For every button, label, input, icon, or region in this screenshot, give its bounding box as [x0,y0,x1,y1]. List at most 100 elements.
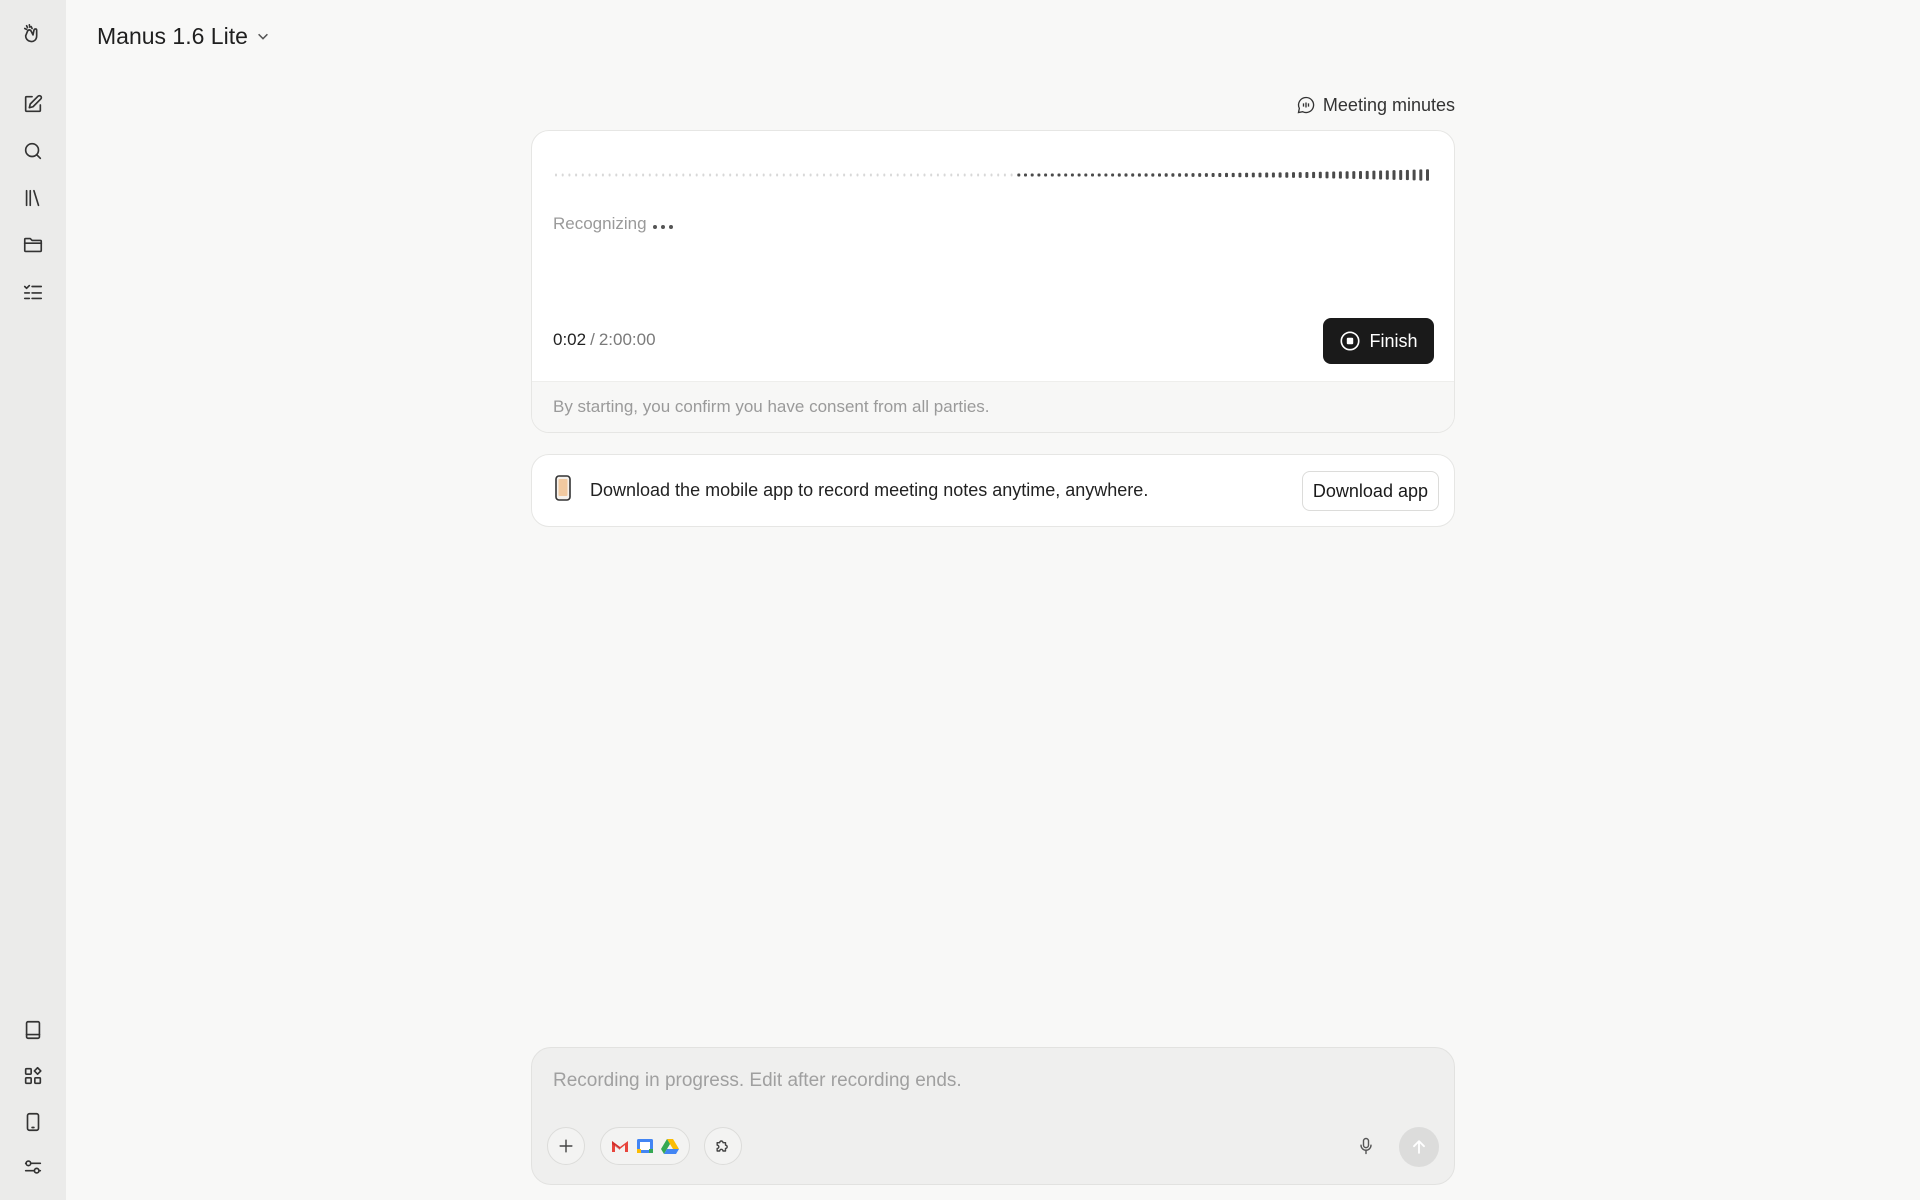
waveform-bar [615,173,618,177]
waveform-bar [555,173,557,177]
finish-button[interactable]: Finish [1323,318,1434,364]
meeting-minutes-label: Meeting minutes [1322,94,1455,115]
waveform-bar [628,173,631,177]
send-button[interactable] [1399,1127,1439,1167]
waveform-bar [742,173,745,177]
waveform-bar [856,173,859,177]
waveform-bar [1211,173,1215,177]
waveform-bar [1251,172,1255,178]
waveform-bar [709,173,712,177]
waveform-bar [977,173,980,177]
new-task-icon[interactable] [19,90,47,118]
logo-hand-icon[interactable] [19,20,47,48]
search-icon[interactable] [19,137,47,165]
connectors-button[interactable] [600,1127,690,1165]
waveform-bar [970,173,973,177]
waveform-bar [1204,173,1208,177]
waveform-bar [957,173,959,177]
waveform-bar [1137,173,1141,177]
waveform-bar [1030,173,1034,177]
waveform-bar [1412,169,1416,181]
waveform-bar [1064,173,1068,177]
waveform-bar [722,173,725,177]
waveform-bar [608,173,611,177]
waveform-bar [1312,171,1316,179]
waveform-bar [829,173,832,177]
waveform-bar [916,173,919,177]
waveform-bar [883,173,886,177]
waveform-bar [843,173,846,177]
download-app-banner: Download the mobile app to record meetin… [531,454,1455,527]
waveform-bar [756,173,758,177]
waveform-bar [1338,171,1342,179]
waveform-bar [1352,171,1356,179]
waveform-bar [1285,172,1289,178]
model-selector[interactable]: Manus 1.6 Lite [97,20,270,52]
waveform-bar [836,173,839,177]
waveform-bar [689,173,691,177]
waveform-bar [675,173,678,177]
waveform-bar [568,173,571,177]
waveform-bar [789,173,792,177]
finish-label: Finish [1369,330,1418,351]
library-icon[interactable] [19,184,47,212]
waveform-bar [1084,173,1088,177]
waveform-bar [622,173,624,177]
waveform-bar [1332,171,1336,179]
waveform-bar [1070,173,1074,177]
waveform-bar [635,173,638,177]
waveform-bar [769,173,772,177]
waveform-bar [997,173,1000,177]
waveform-bar [816,173,819,177]
waveform-bar [1024,173,1027,177]
waveform-bar [1271,172,1275,178]
waveform-bar [1077,173,1081,177]
recognizing-status: Recognizing [553,214,673,234]
waveform-bar [1178,173,1182,177]
waveform-bar [1225,172,1228,178]
apps-grid-icon[interactable] [19,1062,47,1090]
waveform-bar [1365,170,1369,180]
meeting-minutes-link[interactable]: Meeting minutes [1296,93,1455,117]
waveform-bar [1385,170,1389,180]
plus-icon [559,1139,573,1153]
integrations-button[interactable] [704,1127,742,1165]
tasks-checklist-icon[interactable] [19,278,47,306]
waveform-bar [802,173,805,177]
settings-sliders-icon[interactable] [19,1153,47,1181]
waveform-bar [1184,173,1188,177]
waveform-bar [930,173,933,177]
waveform-bar [1050,173,1054,177]
waveform-bar [1231,172,1235,178]
waveform-bar [1037,173,1041,177]
waveform-bar [1258,172,1262,178]
waveform-bar [1392,170,1396,180]
waveform-bar [668,173,671,177]
waveform-bar [1111,173,1115,177]
add-attachment-button[interactable] [547,1127,585,1165]
waveform-bar [1372,170,1376,180]
waveform-bar [1218,172,1222,178]
waveform-bar [876,173,879,177]
microphone-icon [1360,1137,1372,1155]
waveform-bar [823,173,825,177]
mobile-device-icon[interactable] [19,1108,47,1136]
waveform-bar [863,173,866,177]
microphone-button[interactable] [1354,1134,1378,1158]
waveform-bar [581,173,584,177]
time-separator: / [590,330,595,349]
waveform-bar [1017,173,1021,177]
composer-input[interactable]: Recording in progress. Edit after record… [553,1070,962,1092]
book-icon[interactable] [19,1016,47,1044]
folder-icon[interactable] [19,231,47,259]
download-app-button[interactable]: Download app [1301,471,1439,511]
chevron-down-icon [257,33,268,40]
waveform-bar [561,173,564,177]
waveform-bar [923,173,926,177]
waveform-bar [1191,173,1195,177]
waveform-bar [1325,171,1329,179]
waveform-bar [1131,173,1135,177]
waveform-bar [1426,169,1429,181]
waveform-bar [588,173,591,177]
waveform-bar [702,173,705,177]
